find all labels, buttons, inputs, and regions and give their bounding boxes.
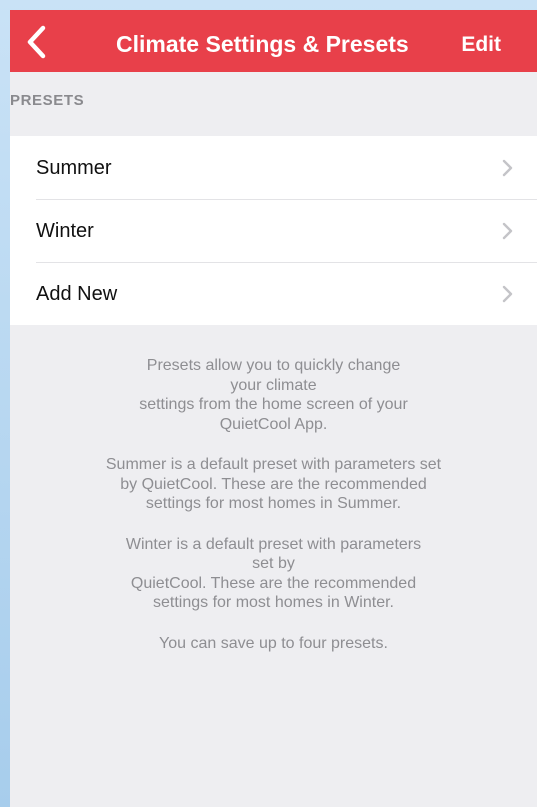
info-line: set by <box>252 555 295 572</box>
section-header-presets: PRESETS <box>10 92 85 109</box>
chevron-right-icon <box>502 159 514 177</box>
info-line: QuietCool. These are the recommended <box>130 574 417 592</box>
edit-button[interactable]: Edit <box>461 32 501 58</box>
info-paragraph: Presets allow you to quickly change your… <box>10 356 537 434</box>
presets-info-text: Presets allow you to quickly change your… <box>10 356 537 674</box>
list-item-label: Summer <box>36 157 112 179</box>
chevron-right-icon <box>502 285 514 303</box>
info-line: Summer is a default preset with paramete… <box>105 456 442 473</box>
info-line: settings for most homes in Winter. <box>153 594 394 611</box>
info-paragraph: Winter is a default preset with paramete… <box>10 535 537 613</box>
info-line: You can save up to four presets. <box>159 634 388 652</box>
info-line: settings for most homes in Summer. <box>145 495 402 512</box>
info-line: Winter is a default preset with paramete… <box>125 535 422 553</box>
preset-item-add-new[interactable]: Add New <box>10 262 537 325</box>
info-line: settings from the home screen of your <box>139 396 408 413</box>
preset-item-summer[interactable]: Summer <box>10 136 537 199</box>
info-line: your climate <box>230 376 317 394</box>
info-line: Presets allow you to quickly change <box>146 357 401 374</box>
chevron-right-icon <box>502 222 514 240</box>
info-line: by QuietCool. These are the recommended <box>120 475 427 493</box>
back-button[interactable] <box>18 20 58 64</box>
info-paragraph: You can save up to four presets. <box>10 634 537 654</box>
page-title: Climate Settings & Presets <box>116 31 409 57</box>
preset-item-winter[interactable]: Winter <box>10 199 537 262</box>
app-screen: Climate Settings & Presets Edit PRESETS … <box>10 10 537 807</box>
list-item-label: Add New <box>36 283 118 305</box>
device-frame: Climate Settings & Presets Edit PRESETS … <box>0 0 537 807</box>
chevron-left-icon <box>18 20 58 64</box>
info-paragraph: Summer is a default preset with paramete… <box>10 455 537 514</box>
list-item-label: Winter <box>36 220 94 242</box>
info-line: QuietCool App. <box>219 415 328 433</box>
presets-list: Summer Winter Add New <box>10 136 537 325</box>
navigation-bar: Climate Settings & Presets Edit <box>10 10 537 72</box>
